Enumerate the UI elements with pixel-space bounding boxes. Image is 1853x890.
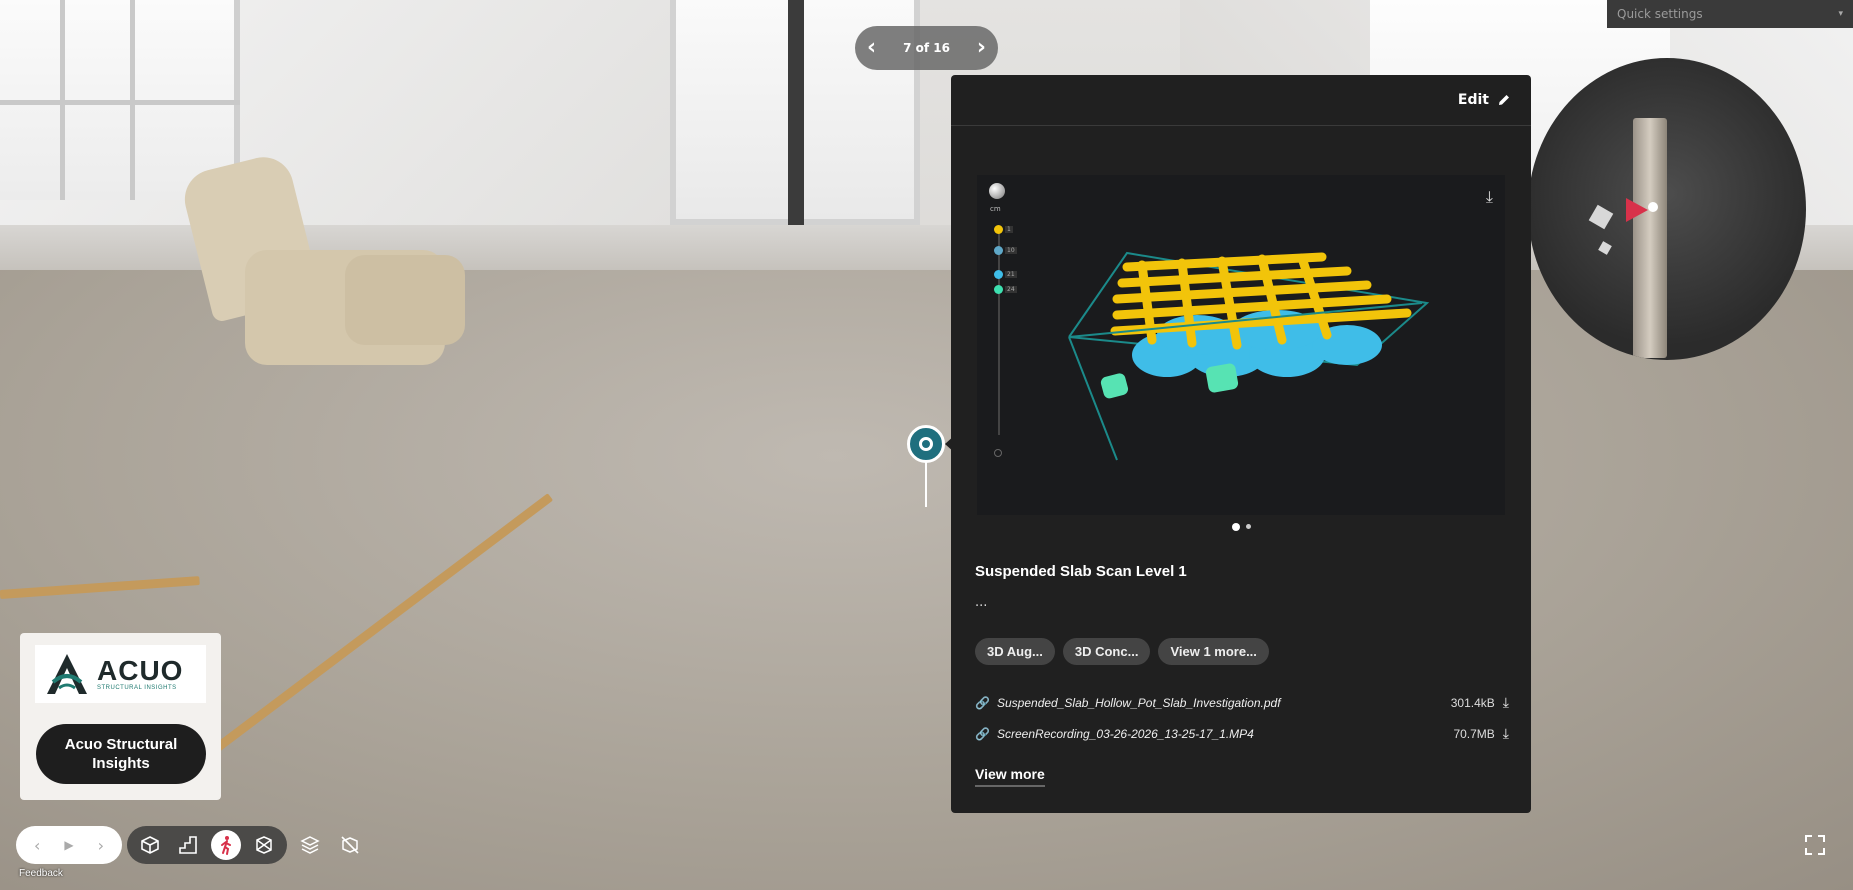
layers-icon[interactable] — [295, 830, 325, 860]
attachment-row[interactable]: 🔗 ScreenRecording_03-26-2026_13-25-17_1.… — [975, 718, 1509, 749]
logo-tagline: STRUCTURAL INSIGHTS — [97, 685, 177, 691]
brand-link-button[interactable]: Acuo Structural Insights — [36, 724, 206, 784]
tag-pin-stem — [925, 462, 927, 507]
edit-button[interactable]: Edit — [1458, 92, 1511, 108]
paperclip-icon: 🔗 — [975, 695, 990, 710]
tag-pin-icon[interactable] — [907, 425, 945, 463]
view-extras — [290, 826, 370, 864]
quick-settings-label: Quick settings — [1617, 7, 1703, 21]
tag-detail-panel: Edit cm 1 10 21 24 ⤓ Suspended Slab Scan… — [951, 75, 1531, 813]
tag-chip[interactable]: 3D Aug... — [975, 638, 1055, 665]
carousel-dot-active[interactable] — [1231, 523, 1240, 531]
download-icon[interactable]: ⤓ — [1503, 694, 1509, 711]
download-icon[interactable]: ⤓ — [1503, 725, 1509, 742]
attachment-name[interactable]: Suspended_Slab_Hollow_Pot_Slab_Investiga… — [997, 696, 1451, 710]
acuo-logo: ACUO STRUCTURAL INSIGHTS — [35, 645, 206, 703]
tag-description[interactable]: ... — [975, 595, 987, 610]
tag-chip[interactable]: 3D Conc... — [1062, 638, 1151, 665]
current-position-marker-icon — [1626, 198, 1648, 222]
pencil-icon — [1499, 95, 1509, 105]
prev-tag-button[interactable]: ‹ — [867, 37, 876, 59]
dollhouse-icon[interactable] — [135, 830, 165, 860]
paperclip-icon: 🔗 — [975, 726, 990, 741]
tour-prev-button[interactable]: ‹ — [34, 836, 40, 855]
carousel-dots — [951, 523, 1531, 531]
feedback-link[interactable]: Feedback — [19, 868, 63, 879]
slab-3d-scan — [1068, 251, 1430, 461]
tour-play-button[interactable]: ▶ — [64, 838, 73, 852]
fullscreen-icon[interactable] — [1800, 830, 1830, 860]
view-more-tags-chip[interactable]: View 1 more... — [1158, 638, 1269, 665]
minimap-floor — [1633, 118, 1667, 358]
hide-tags-icon[interactable] — [335, 830, 365, 860]
armchair — [175, 150, 485, 390]
media-viewer[interactable]: cm 1 10 21 24 ⤓ — [977, 175, 1505, 515]
quick-settings-dropdown[interactable]: Quick settings ▾ — [1607, 0, 1853, 28]
minimap-object — [1598, 241, 1612, 255]
tour-next-button[interactable]: › — [98, 836, 104, 855]
attachment-size: 301.4kB — [1450, 695, 1495, 710]
panel-header: Edit — [951, 75, 1531, 126]
minimap-object — [1588, 204, 1614, 230]
logo-wordmark: ACUO — [97, 655, 184, 686]
tag-title: Suspended Slab Scan Level 1 — [975, 563, 1187, 580]
tour-playback-controls: ‹ ▶ › — [16, 826, 122, 864]
walk-icon[interactable] — [211, 830, 241, 860]
attachment-name[interactable]: ScreenRecording_03-26-2026_13-25-17_1.MP… — [997, 727, 1453, 741]
measure-icon[interactable] — [249, 830, 279, 860]
attachment-list: 🔗 Suspended_Slab_Hollow_Pot_Slab_Investi… — [975, 687, 1509, 749]
floorplan-icon[interactable] — [173, 830, 203, 860]
view-more-link[interactable]: View more — [975, 766, 1045, 787]
edit-label: Edit — [1457, 92, 1489, 108]
acuo-logo-mark-icon — [47, 654, 87, 694]
tag-counter: 7 of 16 — [903, 41, 950, 55]
carousel-dot[interactable] — [1245, 524, 1251, 529]
minimap[interactable] — [1528, 58, 1806, 360]
tag-chip-list: 3D Aug... 3D Conc... View 1 more... — [975, 638, 1269, 665]
attachment-row[interactable]: 🔗 Suspended_Slab_Hollow_Pot_Slab_Investi… — [975, 687, 1509, 718]
attachment-size: 70.7MB — [1453, 726, 1495, 741]
tag-navigator: ‹ 7 of 16 › — [855, 26, 998, 70]
brand-card: ACUO STRUCTURAL INSIGHTS Acuo Structural… — [20, 633, 221, 800]
next-tag-button[interactable]: › — [977, 37, 986, 59]
view-mode-switcher — [127, 826, 287, 864]
viewpoint-dot — [1648, 202, 1658, 212]
chevron-down-icon: ▾ — [1838, 9, 1843, 19]
